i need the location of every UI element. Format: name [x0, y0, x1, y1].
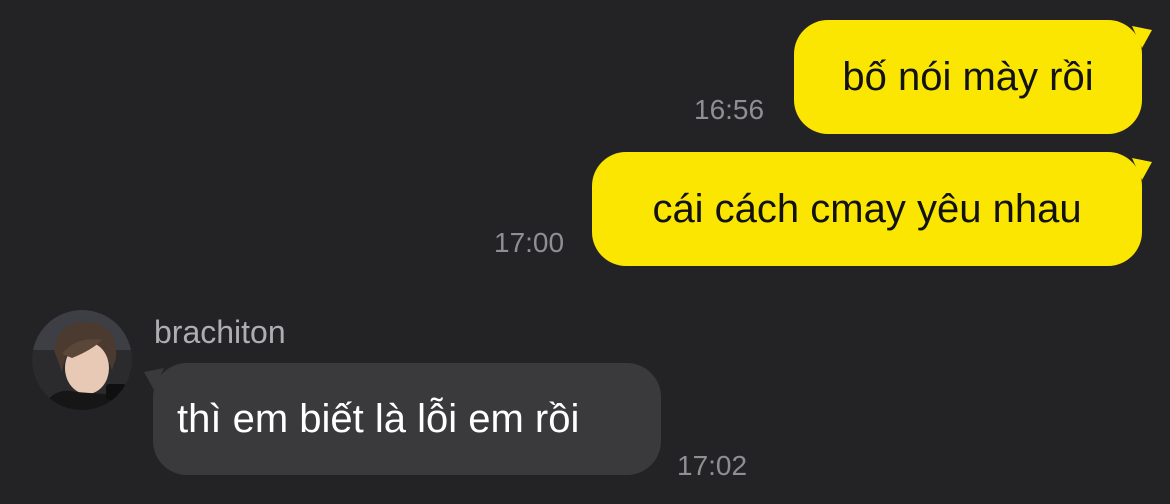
sender-name[interactable]: brachiton [154, 316, 286, 348]
incoming-message-bubble[interactable]: thì em biết là lỗi em rồi [153, 363, 661, 475]
message-timestamp: 17:02 [677, 450, 748, 481]
outgoing-message-bubble[interactable]: bố nói mày rồi [794, 20, 1142, 134]
message-timestamp: 16:56 [694, 94, 765, 125]
bubble-tail-icon [1132, 26, 1152, 48]
message-timestamp: 17:00 [494, 227, 565, 258]
message-text: thì em biết là lỗi em rồi [177, 397, 580, 441]
bubble-tail-icon [144, 368, 164, 390]
outgoing-message-bubble[interactable]: cái cách cmay yêu nhau [592, 152, 1142, 266]
message-text: cái cách cmay yêu nhau [652, 187, 1082, 231]
message-text: bố nói mày rồi [842, 55, 1094, 99]
bubble-tail-icon [1132, 158, 1152, 180]
profile-photo-icon [32, 310, 132, 410]
chat-thread: 16:56 bố nói mày rồi 17:00 cái cách cmay… [0, 0, 1170, 504]
avatar[interactable] [32, 310, 132, 410]
